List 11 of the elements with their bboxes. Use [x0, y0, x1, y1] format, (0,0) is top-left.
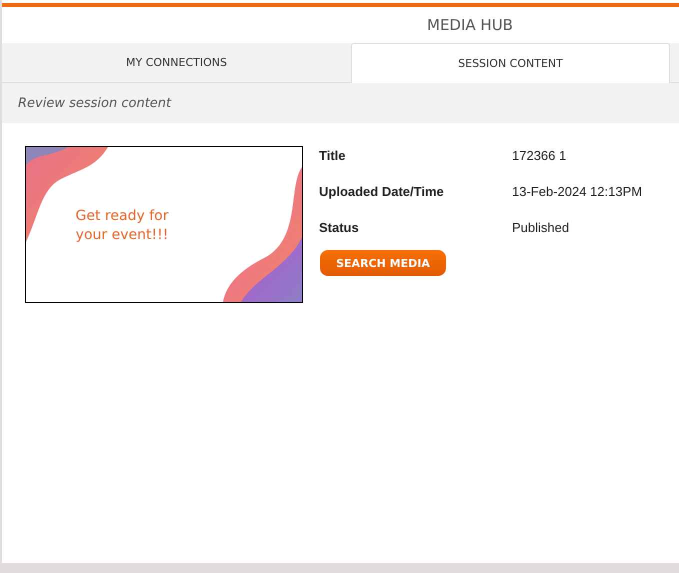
- field-value: 13-Feb-2024 12:13PM: [512, 184, 642, 200]
- tab[interactable]: MY CONNECTIONS: [2, 43, 351, 82]
- field-label: Title: [319, 148, 346, 164]
- tab[interactable]: SESSION CONTENT: [351, 43, 670, 83]
- field-value: 172366 1: [512, 148, 568, 164]
- field-label: Uploaded Date/Time: [319, 184, 445, 200]
- field-value: Published: [512, 220, 570, 236]
- section-subtitle: Review session content: [18, 96, 172, 110]
- page-title: MEDIA HUB: [427, 16, 513, 34]
- field-label: Status: [319, 220, 360, 236]
- slide-text: Get ready for your event!!!: [74, 207, 170, 245]
